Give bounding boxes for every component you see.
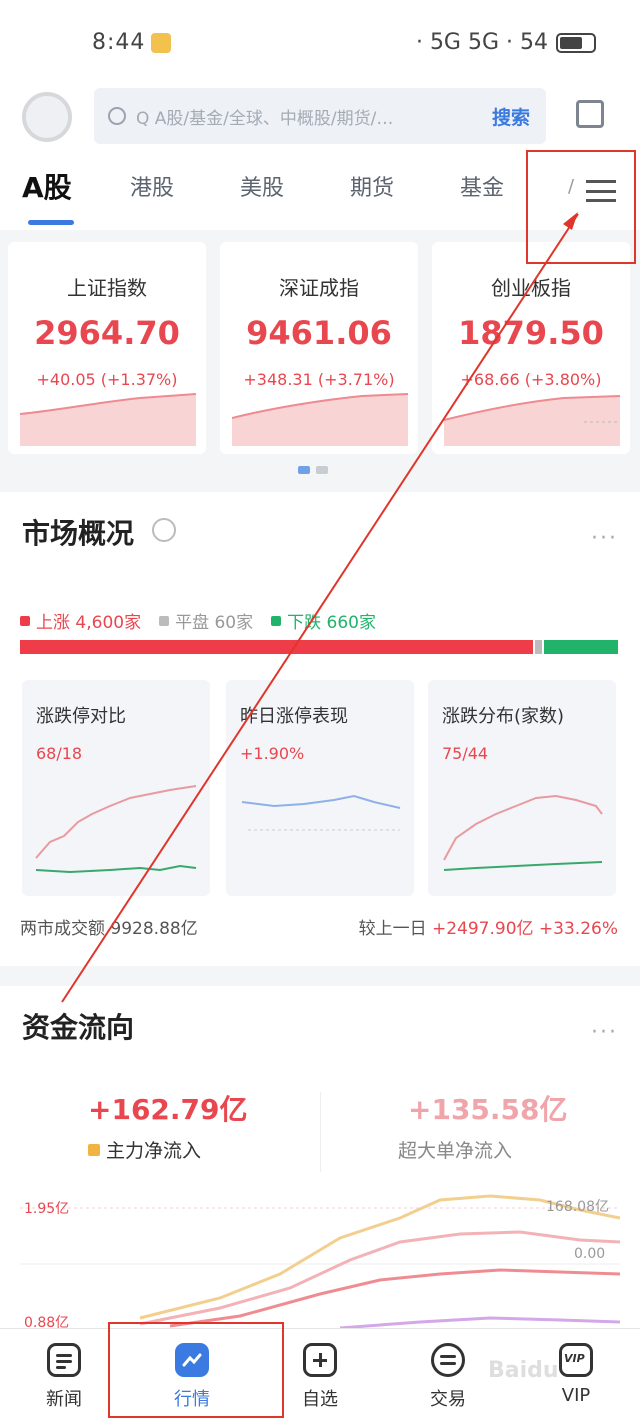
watermark: Baidu (488, 1358, 559, 1383)
annotation-arrow (61, 212, 579, 1003)
